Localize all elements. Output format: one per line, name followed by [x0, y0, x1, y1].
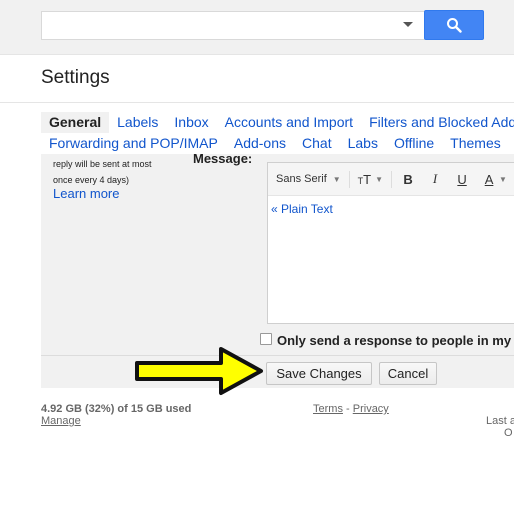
tab-offline[interactable]: Offline	[386, 133, 442, 154]
search-button[interactable]	[424, 10, 484, 40]
footer-links: Terms - Privacy	[313, 403, 389, 415]
tab-general[interactable]: General	[41, 112, 110, 133]
tab-filters-and-blocked-addresses[interactable]: Filters and Blocked Addr	[361, 112, 514, 133]
last-account-activity-line-2: O	[504, 427, 513, 439]
footer-separator: -	[346, 403, 350, 415]
top-bar	[0, 0, 514, 55]
search-input[interactable]	[41, 11, 425, 40]
vacation-note-line-1: reply will be sent at most	[53, 159, 152, 169]
header-divider	[0, 102, 514, 103]
manage-storage-link[interactable]: Manage	[41, 415, 81, 427]
tab-labs[interactable]: Labs	[340, 133, 386, 154]
chevron-down-icon: ▼	[332, 174, 341, 184]
storage-usage: 4.92 GB (32%) of 15 GB used	[41, 403, 192, 415]
cancel-button[interactable]: Cancel	[379, 362, 437, 385]
tab-themes[interactable]: Themes	[442, 133, 509, 154]
last-account-activity: Last a	[486, 415, 514, 427]
italic-button[interactable]: I	[427, 171, 443, 187]
page-title: Settings	[41, 67, 110, 88]
font-size-icon[interactable]: TT	[358, 172, 371, 187]
chevron-down-icon: ▼	[375, 174, 384, 184]
search-options-dropdown[interactable]	[403, 22, 413, 27]
panel-divider	[41, 355, 514, 356]
toolbar-divider	[348, 170, 350, 188]
search-icon	[447, 18, 462, 33]
toolbar-divider	[391, 170, 393, 188]
learn-more-link[interactable]: Learn more	[53, 186, 119, 201]
settings-tabs-row-1: General Labels Inbox Accounts and Import…	[41, 112, 514, 133]
tab-labels[interactable]: Labels	[109, 112, 166, 133]
message-editor[interactable]: Sans Serif ▼ TT ▼ B I U A ▼ « Plain Text	[267, 162, 514, 324]
font-family-select[interactable]: Sans Serif	[276, 173, 327, 185]
tab-inbox[interactable]: Inbox	[166, 112, 216, 133]
tab-accounts-and-import[interactable]: Accounts and Import	[217, 112, 361, 133]
pointer-arrow-icon	[135, 347, 263, 395]
vacation-note-line-2: once every 4 days)	[53, 175, 130, 185]
save-changes-button[interactable]: Save Changes	[266, 362, 372, 385]
only-contacts-label: Only send a response to people in my C	[277, 333, 514, 348]
text-color-button[interactable]: A	[481, 172, 497, 187]
bold-button[interactable]: B	[400, 172, 416, 187]
tab-chat[interactable]: Chat	[294, 133, 340, 154]
plain-text-link[interactable]: « Plain Text	[271, 202, 333, 216]
underline-button[interactable]: U	[454, 172, 470, 187]
terms-link[interactable]: Terms	[313, 403, 343, 415]
message-label: Message:	[193, 151, 253, 166]
settings-tabs-row-2: Forwarding and POP/IMAP Add-ons Chat Lab…	[41, 133, 509, 154]
formatting-toolbar: Sans Serif ▼ TT ▼ B I U A ▼	[268, 163, 514, 196]
privacy-link[interactable]: Privacy	[353, 403, 389, 415]
chevron-down-icon: ▼	[499, 174, 507, 184]
